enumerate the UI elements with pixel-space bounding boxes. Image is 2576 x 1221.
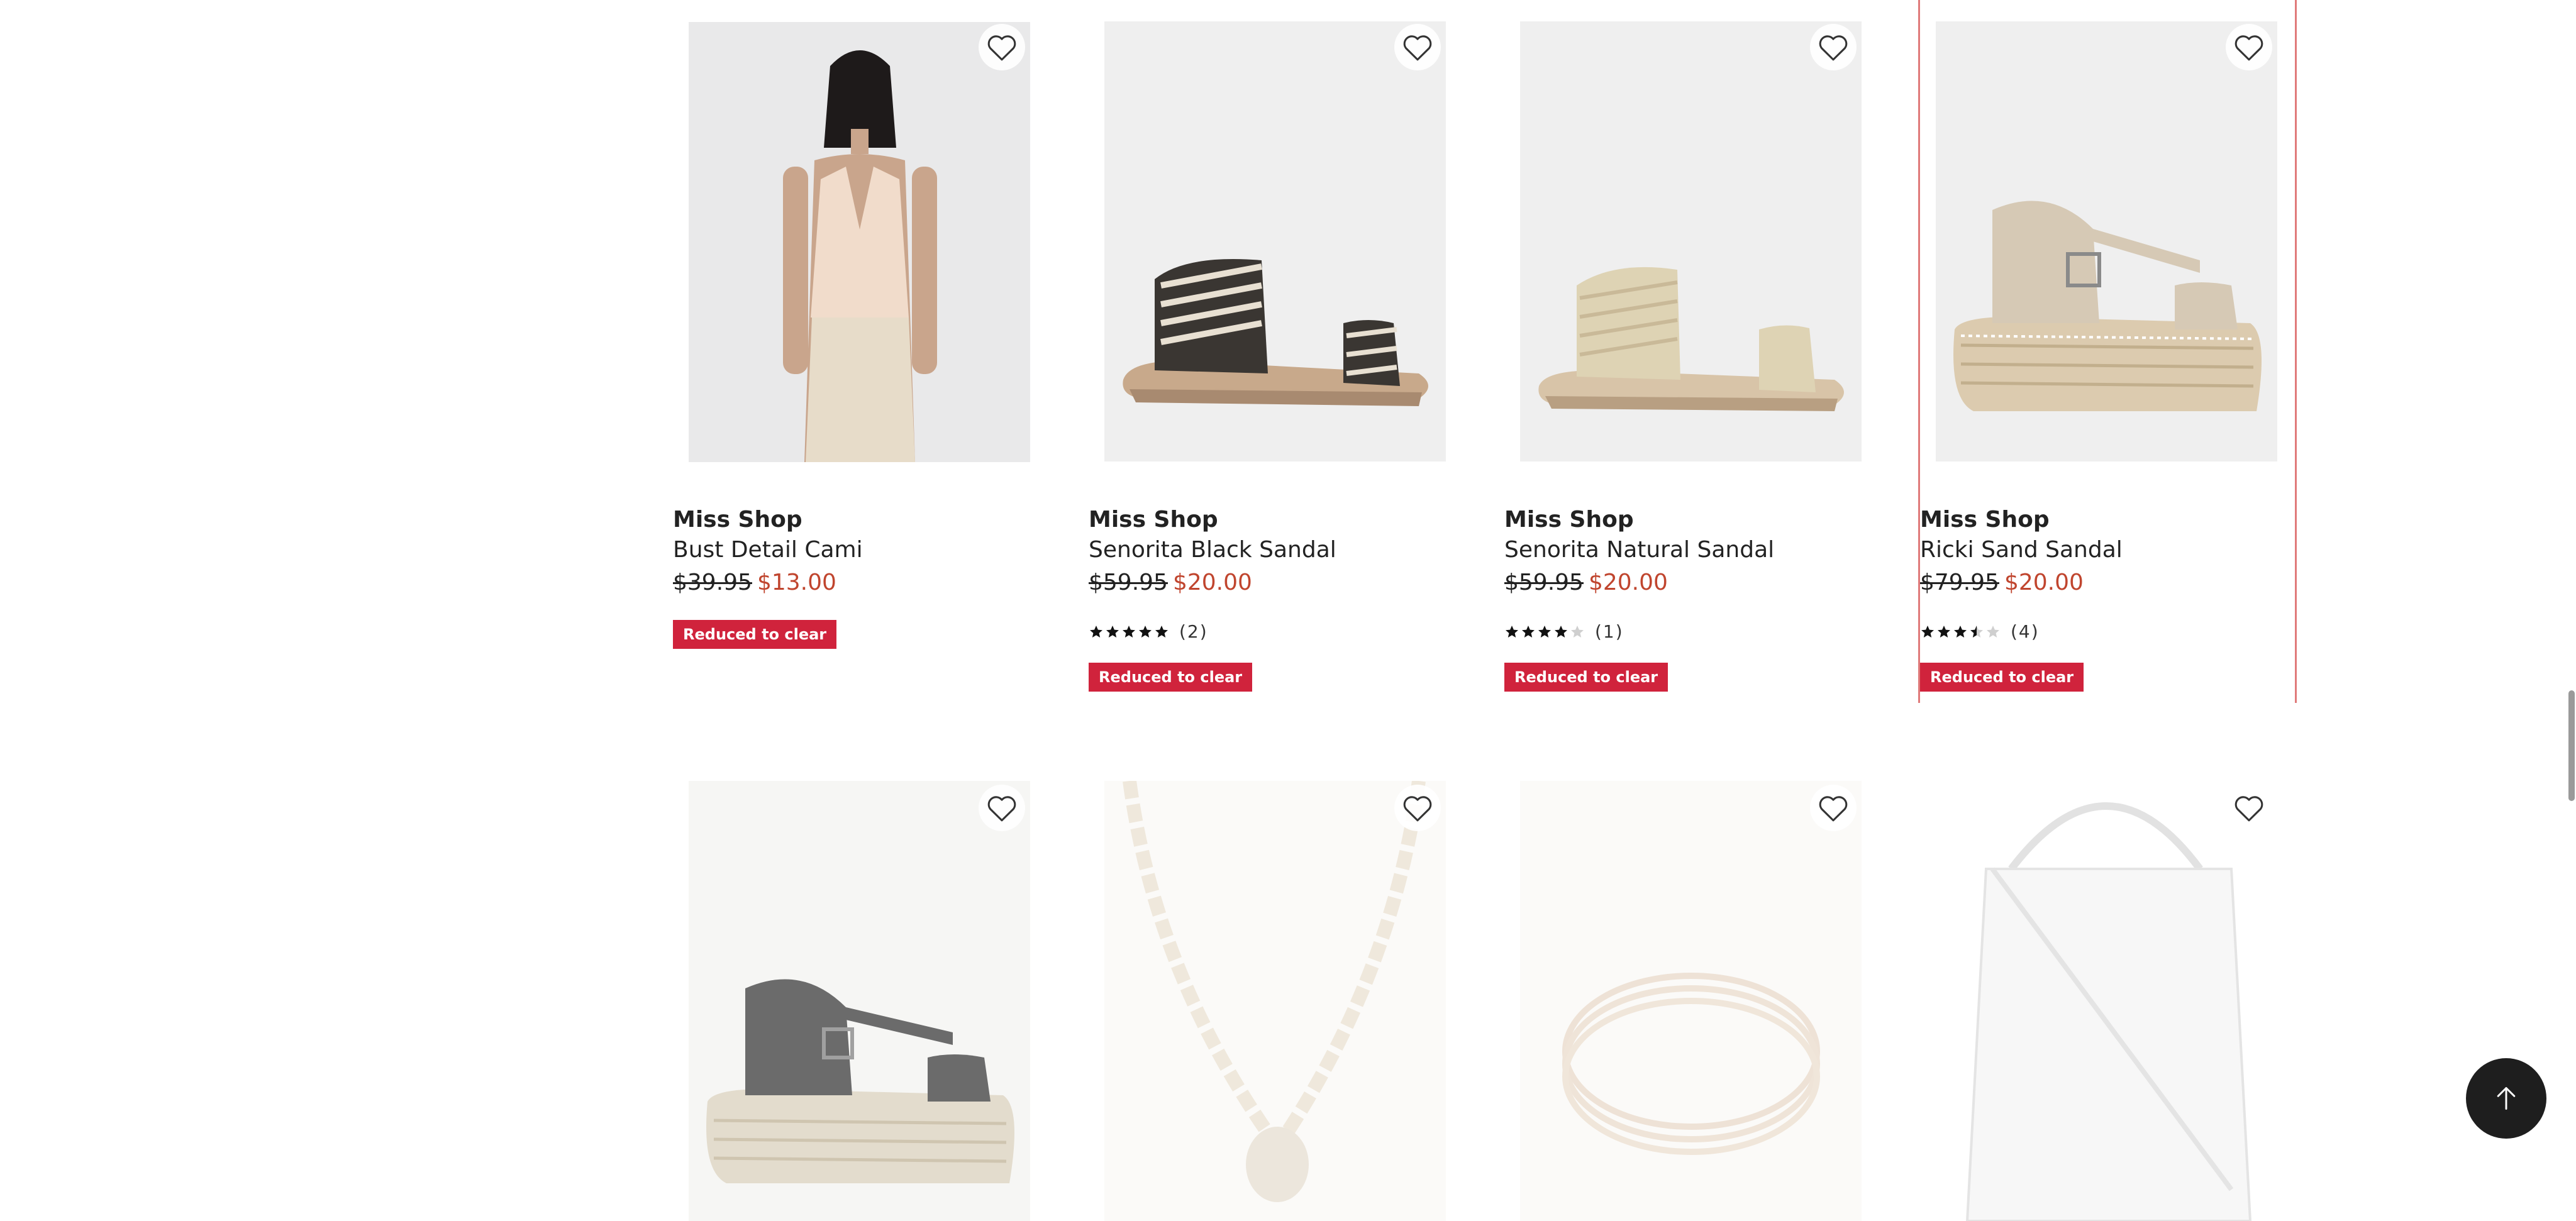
review-count[interactable]: (4) xyxy=(2011,621,2040,642)
original-price: $79.95 xyxy=(1920,570,1999,595)
sale-badge: Reduced to clear xyxy=(673,620,837,649)
stars xyxy=(1089,624,1169,639)
scrollbar[interactable] xyxy=(2567,0,2576,1168)
product-image[interactable] xyxy=(1936,21,2277,461)
wishlist-button[interactable] xyxy=(2226,24,2272,70)
star-icon xyxy=(1139,625,1152,638)
sale-badge: Reduced to clear xyxy=(1920,663,2084,692)
star-icon xyxy=(1555,625,1567,638)
product-brand[interactable]: Miss Shop xyxy=(1504,507,1634,533)
black-sandal-image xyxy=(1104,21,1446,461)
original-price: $59.95 xyxy=(1089,570,1168,595)
stars xyxy=(1920,624,2001,639)
product-name[interactable]: Senorita Black Sandal xyxy=(1089,537,1336,563)
original-price: $39.95 xyxy=(673,570,752,595)
cami-model-image xyxy=(689,22,1030,462)
arrow-up-icon xyxy=(2497,1087,2516,1110)
star-rating[interactable]: (2) xyxy=(1089,621,1208,642)
star-icon xyxy=(1538,625,1551,638)
heart-outline-icon xyxy=(1819,796,1848,822)
product-brand[interactable]: Miss Shop xyxy=(1920,507,2050,533)
star-icon xyxy=(1123,625,1135,638)
wishlist-button[interactable] xyxy=(1810,785,1857,831)
white-tote-bag-image xyxy=(1936,781,2277,1221)
sale-price: $20.00 xyxy=(1588,570,1668,595)
sale-price: $13.00 xyxy=(757,570,836,595)
heart-outline-icon xyxy=(987,35,1016,61)
product-card-focused[interactable]: Miss Shop Ricki Sand Sandal $79.95 $20.00… xyxy=(1918,0,2297,703)
back-to-top-button[interactable] xyxy=(2466,1058,2546,1139)
heart-outline-icon xyxy=(1403,35,1432,61)
star-icon xyxy=(1954,625,1967,638)
star-icon xyxy=(1571,625,1584,638)
wishlist-button[interactable] xyxy=(1394,24,1441,70)
wishlist-button[interactable] xyxy=(979,785,1025,831)
product-image[interactable] xyxy=(689,22,1030,462)
product-image[interactable] xyxy=(1104,21,1446,461)
star-rating[interactable]: (1) xyxy=(1504,621,1624,642)
sale-badge: Reduced to clear xyxy=(1504,663,1668,692)
star-rating[interactable]: (4) xyxy=(1920,621,2040,642)
product-price: $59.95 $20.00 xyxy=(1504,570,1668,595)
product-image[interactable] xyxy=(1520,781,1862,1221)
review-count[interactable]: (2) xyxy=(1179,621,1208,642)
wedge-sandal-image xyxy=(1936,21,2277,461)
star-icon xyxy=(1106,625,1119,638)
sale-price: $20.00 xyxy=(2004,570,2084,595)
bangle-set-image xyxy=(1520,781,1862,1221)
sale-badge: Reduced to clear xyxy=(1089,663,1253,692)
star-icon xyxy=(1970,625,1983,638)
wishlist-button[interactable] xyxy=(1394,785,1441,831)
star-icon xyxy=(1522,625,1535,638)
star-icon xyxy=(1921,625,1934,638)
product-name[interactable]: Bust Detail Cami xyxy=(673,537,863,563)
product-name[interactable]: Senorita Natural Sandal xyxy=(1504,537,1774,563)
wishlist-button[interactable] xyxy=(1810,24,1857,70)
product-image[interactable] xyxy=(689,781,1030,1221)
review-count[interactable]: (1) xyxy=(1595,621,1624,642)
wishlist-button[interactable] xyxy=(2226,785,2272,831)
product-price: $39.95 $13.00 xyxy=(673,570,836,595)
star-icon xyxy=(1987,625,1999,638)
heart-outline-icon xyxy=(2235,35,2263,61)
heart-outline-icon xyxy=(1403,796,1432,822)
black-wedge-image xyxy=(689,781,1030,1221)
product-image[interactable] xyxy=(1104,781,1446,1221)
star-icon xyxy=(1090,625,1102,638)
wishlist-button[interactable] xyxy=(979,24,1025,70)
product-price: $79.95 $20.00 xyxy=(1920,570,2084,595)
product-brand[interactable]: Miss Shop xyxy=(673,507,802,533)
scrollbar-thumb[interactable] xyxy=(2568,690,2575,801)
star-icon xyxy=(1506,625,1518,638)
product-image[interactable] xyxy=(1936,781,2277,1221)
product-price: $59.95 $20.00 xyxy=(1089,570,1252,595)
heart-outline-icon xyxy=(987,796,1016,822)
product-name[interactable]: Ricki Sand Sandal xyxy=(1920,537,2123,563)
original-price: $59.95 xyxy=(1504,570,1584,595)
product-image[interactable] xyxy=(1520,21,1862,461)
heart-outline-icon xyxy=(2235,796,2263,822)
natural-sandal-image xyxy=(1520,21,1862,461)
pearl-necklace-image xyxy=(1104,781,1446,1221)
stars xyxy=(1504,624,1585,639)
product-brand[interactable]: Miss Shop xyxy=(1089,507,1218,533)
star-icon xyxy=(1155,625,1168,638)
star-icon xyxy=(1938,625,1950,638)
sale-price: $20.00 xyxy=(1172,570,1252,595)
heart-outline-icon xyxy=(1819,35,1848,61)
